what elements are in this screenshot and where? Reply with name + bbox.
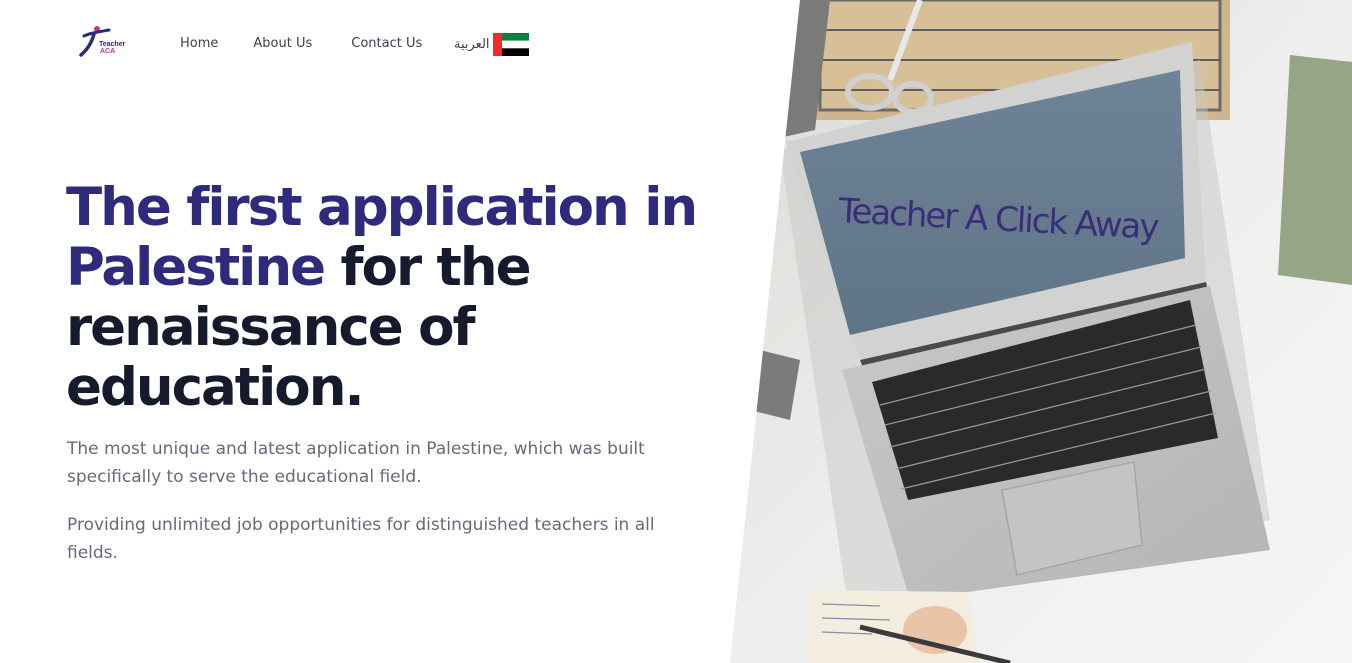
- logo-line2: ACA: [100, 48, 116, 55]
- brand-logo[interactable]: Teacher ACA: [78, 24, 130, 58]
- language-label: العربية: [454, 37, 490, 52]
- uae-flag-icon: [492, 33, 529, 56]
- logo-text: Teacher ACA: [99, 41, 125, 55]
- main-nav: Home About Us Contact Us: [180, 36, 457, 51]
- language-switch[interactable]: العربية: [454, 33, 529, 56]
- nav-home-link[interactable]: Home: [180, 36, 218, 51]
- nav-about-link[interactable]: About Us: [253, 36, 312, 51]
- hero-description-2: Providing unlimited job opportunities fo…: [67, 515, 655, 563]
- logo-line1: Teacher: [99, 41, 126, 48]
- hero-laptop-image: Teacher A Click Away: [730, 0, 1352, 663]
- hero-title: The first application in Palestine for t…: [66, 178, 706, 418]
- nav-contact-link[interactable]: Contact Us: [351, 36, 422, 51]
- hero-description-1: The most unique and latest application i…: [67, 439, 645, 487]
